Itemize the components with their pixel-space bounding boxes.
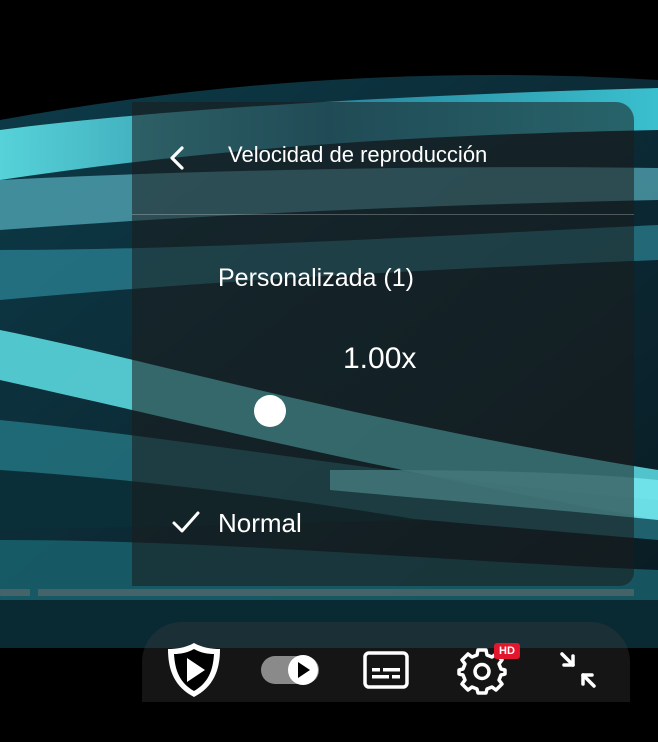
shield-play-icon [168,643,220,697]
playback-speed-panel: Velocidad de reproducción Personalizada … [132,102,634,586]
back-button[interactable] [156,136,200,180]
subtitles-button[interactable] [360,640,412,700]
seek-bar-segment [0,589,30,596]
check-icon [172,511,200,533]
hd-badge: HD [494,643,520,659]
seek-bar-segment [38,589,634,596]
autoplay-toggle-icon [261,655,319,685]
speed-slider-thumb[interactable] [254,395,286,427]
panel-header: Velocidad de reproducción [132,102,634,214]
speed-value: 1.00x [343,342,417,375]
custom-speed-option[interactable]: Personalizada (1) [218,264,414,293]
panel-title: Velocidad de reproducción [228,142,488,167]
exit-fullscreen-icon [560,652,596,688]
shield-play-button[interactable] [164,640,224,700]
seek-bar[interactable] [0,589,658,597]
speed-option-normal[interactable]: Normal [132,496,634,548]
subtitles-icon [363,651,409,689]
autoplay-toggle[interactable] [258,640,322,700]
exit-fullscreen-button[interactable] [552,640,604,700]
divider [132,214,634,215]
chevron-left-icon [170,146,184,170]
speed-option-label: Normal [218,508,302,538]
